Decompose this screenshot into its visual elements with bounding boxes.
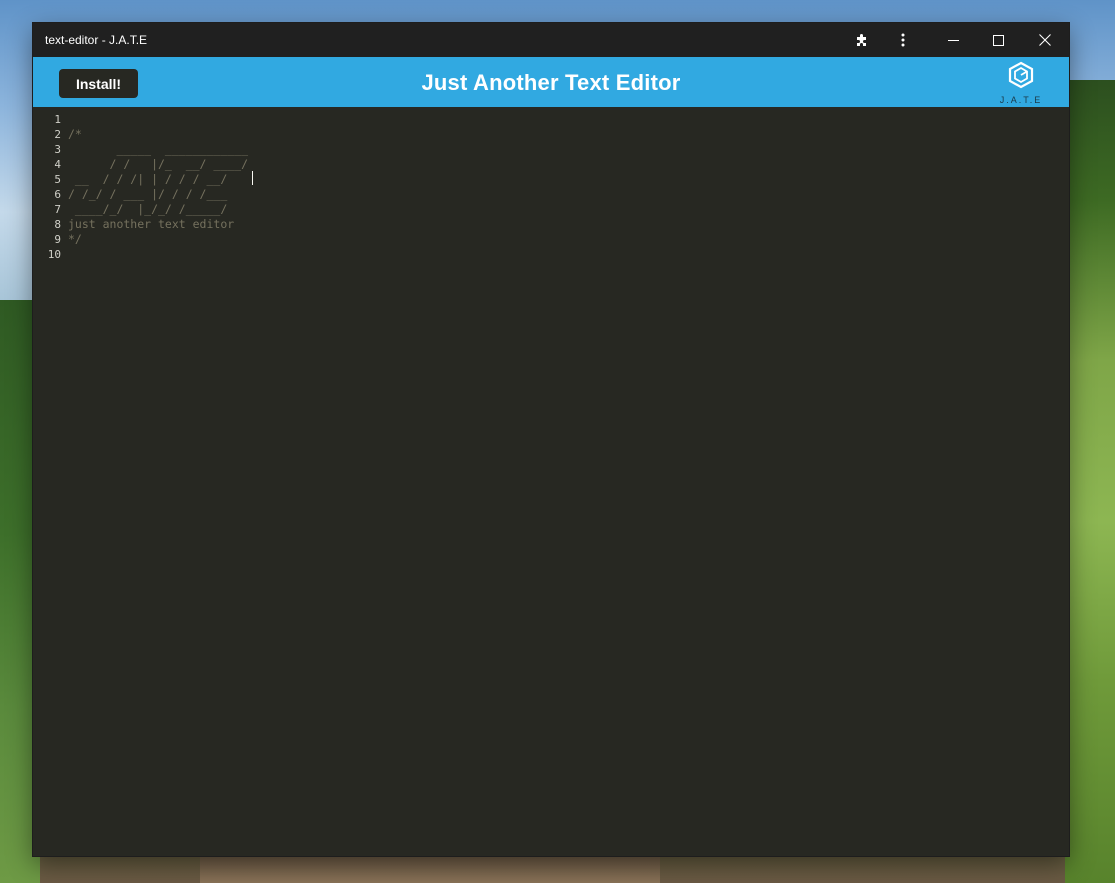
code-line[interactable]: */ [68,232,1069,247]
code-editor[interactable]: 1 2 3 4 5 6 7 8 9 10 /* _____ ____________ / / |/… [33,107,1069,856]
window-title: text-editor - J.A.T.E [45,33,148,47]
line-number: 4 [54,158,61,171]
app-window: text-editor - J.A.T.E Install! Just Anot… [33,23,1069,856]
line-number: 2 [54,128,61,141]
close-button[interactable] [1023,23,1067,57]
code-line[interactable]: just another text editor [68,217,1069,232]
window-titlebar[interactable]: text-editor - J.A.T.E [33,23,1069,57]
logo-text: J.A.T.E [999,95,1043,105]
code-line[interactable] [68,247,1069,262]
minimize-button[interactable] [932,23,974,57]
line-number: 10 [47,248,61,261]
code-line[interactable]: / / |/_ __/ ____/ [68,157,1069,172]
wallpaper-path [200,855,660,883]
code-line[interactable]: _____ ____________ [68,142,1069,157]
line-number: 8 [54,218,61,231]
line-number: 3 [54,143,61,156]
line-number: 9 [54,233,61,246]
app-title: Just Another Text Editor [421,70,681,95]
app-menu-button[interactable] [883,23,923,57]
puzzle-icon [854,32,870,48]
line-number-gutter: 1 2 3 4 5 6 7 8 9 10 [33,112,61,262]
app-header: Install! Just Another Text Editor J.A.T.… [33,57,1069,107]
extensions-button[interactable] [842,23,882,57]
code-line[interactable]: /* [68,127,1069,142]
code-line[interactable] [68,112,1069,127]
maximize-icon [992,34,1004,46]
wallpaper-right [1065,80,1115,883]
maximize-button[interactable] [977,23,1019,57]
line-number: 7 [54,203,61,216]
jate-logo: J.A.T.E [999,61,1043,105]
code-line[interactable]: / /_/ / ___ |/ / / /___ [68,187,1069,202]
more-vert-icon [901,33,905,47]
code-line[interactable]: __ / / /| | / / / __/ [68,172,1069,187]
editor-content[interactable]: /* _____ ____________ / / |/_ __/ ____/ … [68,112,1069,262]
minimize-icon [947,35,959,46]
text-cursor [252,171,253,185]
line-number: 1 [54,113,61,126]
code-line[interactable]: ____/_/ |_/_/ /_____/ [68,202,1069,217]
close-icon [1039,34,1051,46]
line-number: 6 [54,188,61,201]
logo-icon [1007,61,1035,94]
line-number: 5 [54,173,61,186]
